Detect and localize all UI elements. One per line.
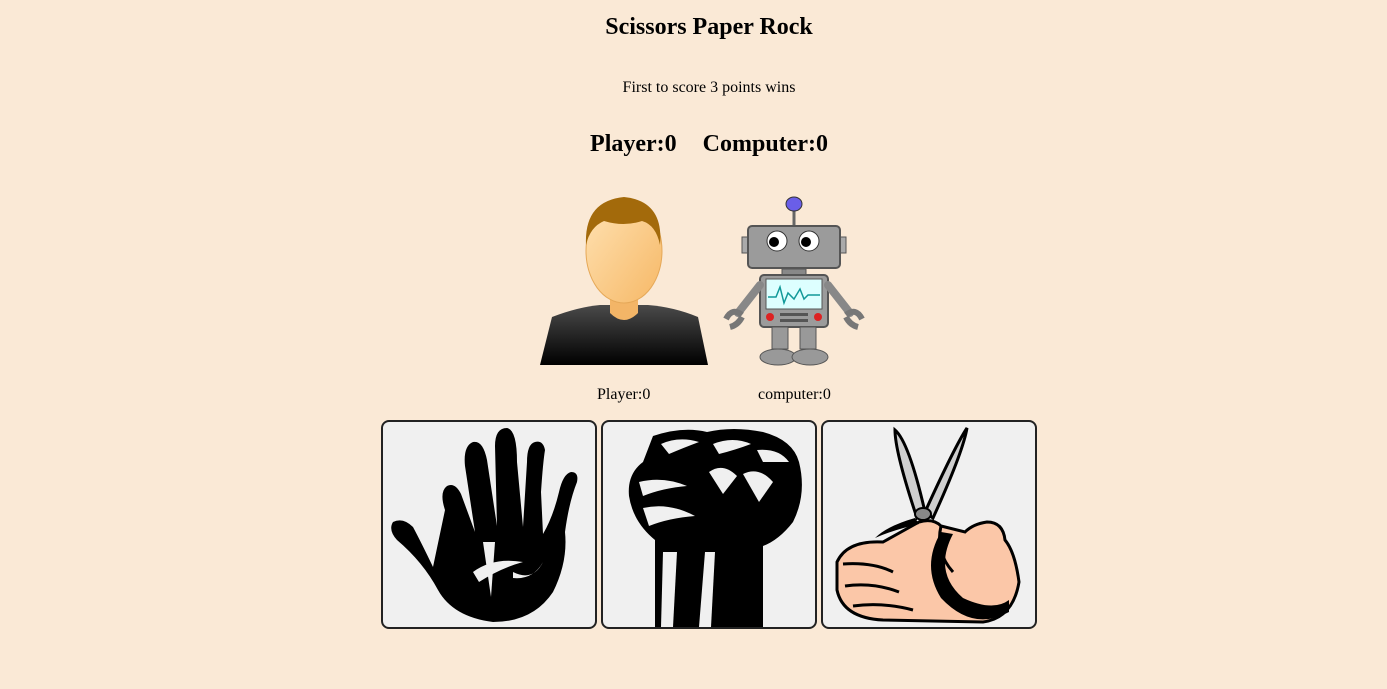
player-score-value: 0 <box>664 131 677 157</box>
scissors-in-hand-icon <box>835 426 1021 624</box>
open-hand-icon <box>391 428 578 622</box>
computer-score-text: computer:0 <box>758 386 831 403</box>
game-rules: First to score 3 points wins <box>622 79 796 96</box>
player-score-label: Player: <box>590 131 665 157</box>
scoreboard: Player:0 Computer:0 <box>0 131 1387 158</box>
computer-score-value: 0 <box>815 131 828 157</box>
player-score-text: Player:0 <box>597 386 651 403</box>
paper-button[interactable] <box>381 420 597 629</box>
player-avatar-icon <box>540 197 708 365</box>
rock-button[interactable] <box>601 420 817 629</box>
computer-score-label: Computer: <box>702 131 816 157</box>
avatars <box>538 195 880 367</box>
computer-robot-icon <box>723 196 865 366</box>
scissors-button[interactable] <box>821 420 1037 629</box>
game-title: Scissors Paper Rock <box>605 14 813 40</box>
fist-icon <box>628 429 802 627</box>
